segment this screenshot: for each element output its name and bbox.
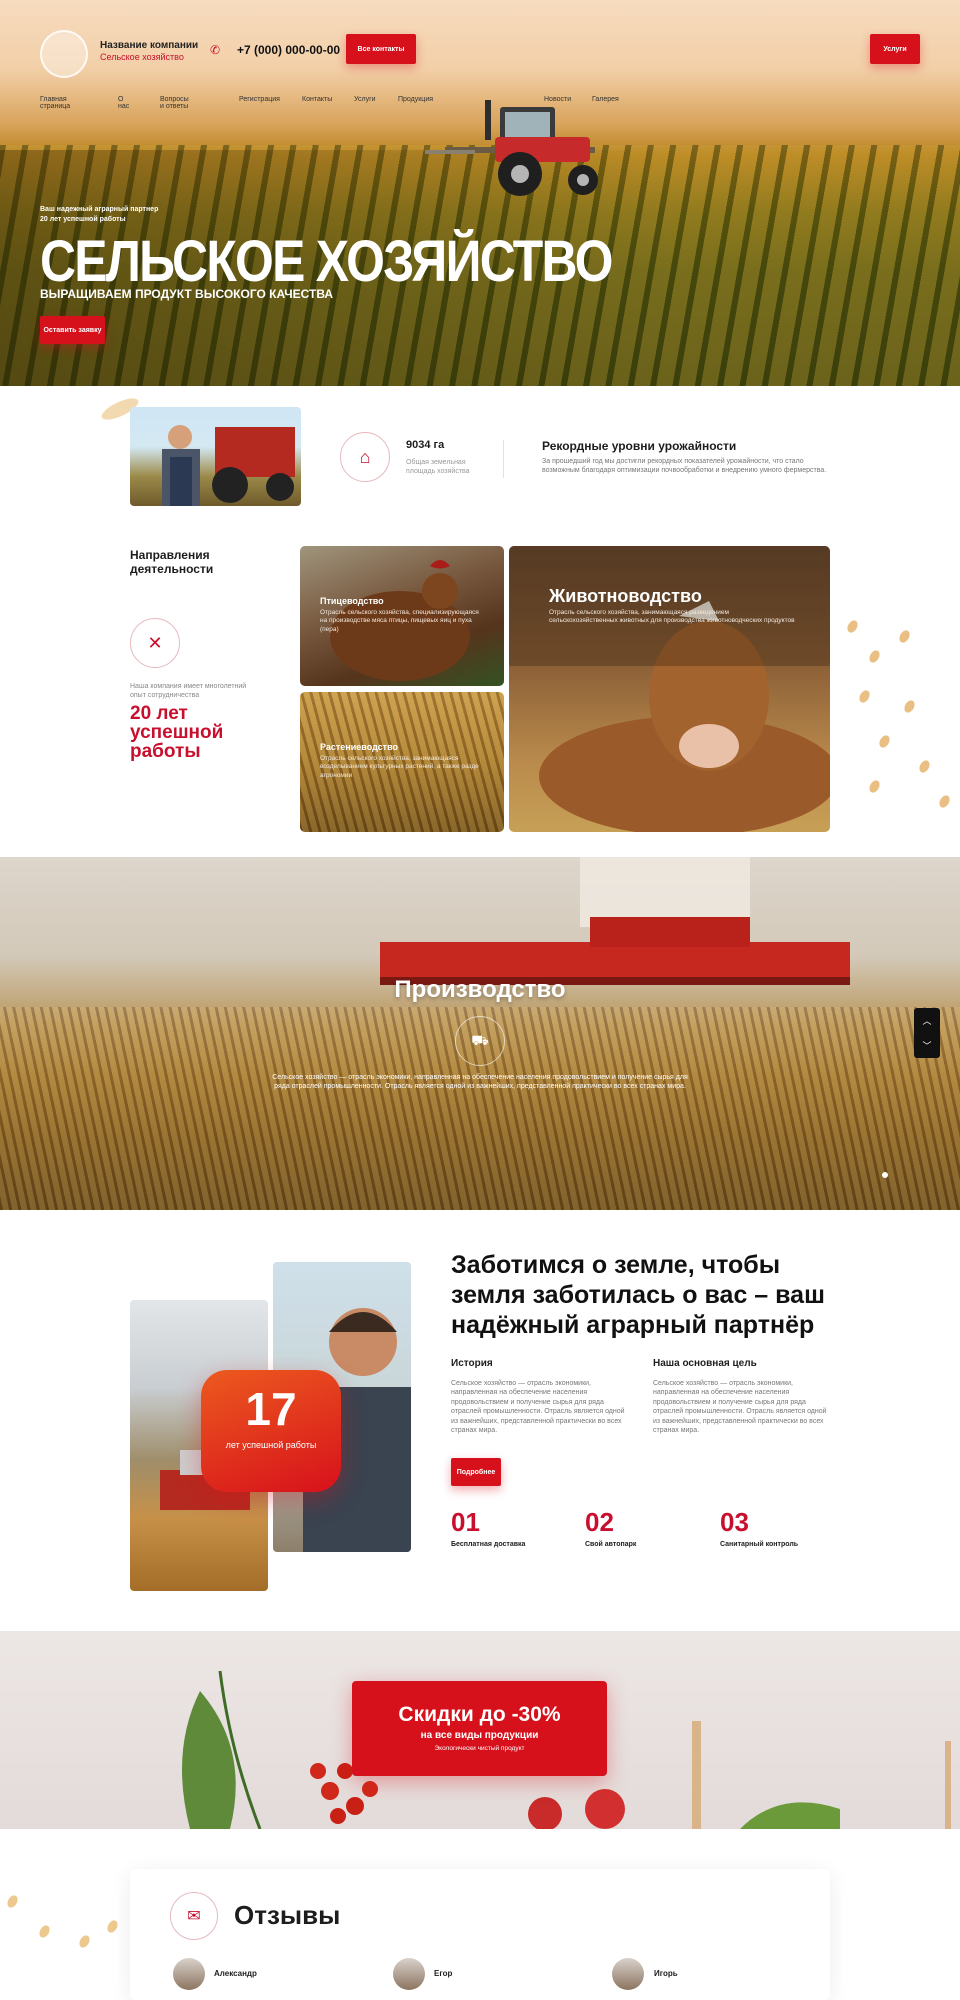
sale-title: Скидки до -30% [398,1703,561,1726]
card-livestock-text: Отрасль сельского хозяйства, занимающаяс… [549,609,795,625]
hero-years: 20 лет успешной работы [40,216,126,223]
reviewer-name[interactable]: Егор [434,1969,452,1978]
slider-arrows: ︿ ﹀ [914,1008,940,1058]
record-text: За прошедший год мы достигли рекордных п… [542,458,827,475]
avatar[interactable] [393,1958,425,1990]
hero-title: СЕЛЬСКОЕ ХОЗЯЙСТВО [40,229,613,294]
years-badge: 17 лет успешной работы [201,1370,341,1492]
card-poultry-text: Отрасль сельского хозяйства, специализир… [320,609,479,633]
reviews-title: Отзывы [234,1900,341,1930]
field-area-icon: ⌂ [340,432,390,482]
badge-label: лет успешной работы [225,1440,317,1450]
windmill-icon: ✕ [130,618,180,668]
area-value: 9034 га [406,439,445,451]
card-crops-text: Отрасль сельского хозяйства, занимающаяс… [320,755,479,779]
years-text: 20 лет успешной работы [130,703,224,762]
phone-number[interactable]: +7 (000) 000-00-00 [237,43,340,57]
request-button[interactable]: Оставить заявку [40,316,105,344]
goal-text: Сельское хозяйство — отрасль экономики, … [653,1380,827,1435]
about-heading: Заботимся о земле, чтобы земля заботилас… [451,1251,825,1339]
feature-label: Санитарный контроль [720,1541,799,1548]
nav-home[interactable]: Главная страница [40,96,70,110]
nav-faq[interactable]: Вопросы и ответы [160,96,189,110]
all-contacts-button[interactable]: Все контакты [346,34,416,64]
history-text: Сельское хозяйство — отрасль экономики, … [451,1380,625,1435]
services-button[interactable]: Услуги [870,34,920,64]
tractor-image [425,100,598,196]
chat-icon: ✉ [170,1892,218,1940]
company-subtitle: Сельское хозяйство [100,52,184,62]
sale-note: Экологически чистый продукт [434,1745,525,1752]
combine-harvester-image [380,857,850,985]
feature-number: 03 [720,1507,749,1537]
feature-label: Свой автопарк [585,1541,637,1548]
company-name: Название компании [100,40,199,51]
nav-gallery[interactable]: Галерея [592,96,619,103]
avatar[interactable] [173,1958,205,1990]
hero-tagline: Ваш надежный аграрный партнер [40,206,159,213]
feature-number: 01 [451,1507,480,1537]
nav-services[interactable]: Услуги [354,96,376,103]
reviews-card [130,1869,830,2000]
production-text: Сельское хозяйство — отрасль экономики, … [272,1074,688,1091]
card-crops-title: Растениеводство [320,742,398,752]
goal-title: Наша основная цель [653,1358,757,1369]
nav-products[interactable]: Продукция [398,96,433,103]
farmer-photo [130,407,301,506]
card-poultry-title: Птицеводство [320,596,384,606]
reviewer-name[interactable]: Александр [214,1969,257,1978]
nav-about[interactable]: О нас [118,96,129,110]
phone-icon: ✆ [210,43,221,57]
record-title: Рекордные уровни урожайности [542,439,737,453]
experience-text: Наша компания имеет многолетний опыт сот… [130,683,247,700]
sale-subtitle: на все виды продукции [420,1730,539,1741]
arrow-up-icon[interactable]: ︿ [922,1014,931,1027]
sale-offer[interactable]: Скидки до -30% на все виды продукции Эко… [352,1681,607,1776]
production-title: Производство [394,976,566,1003]
directions-title: Направления деятельности [130,548,214,577]
slider-dot[interactable] [882,1172,888,1178]
tractor-icon: ⛟ [455,1016,505,1066]
avatar[interactable] [612,1958,644,1990]
feature-number: 02 [585,1507,614,1537]
card-poultry[interactable]: Птицеводство Отрасль сельского хозяйства… [300,546,504,686]
company-logo[interactable] [40,30,88,78]
card-livestock[interactable]: Животноводство Отрасль сельского хозяйст… [509,546,830,832]
nav-news[interactable]: Новости [544,96,571,103]
card-crops[interactable]: Растениеводство Отрасль сельского хозяйс… [300,692,504,832]
nav-contacts[interactable]: Контакты [302,96,332,103]
badge-number: 17 [245,1383,297,1435]
reviewer-name[interactable]: Игорь [654,1969,678,1978]
nav-register[interactable]: Регистрация [239,96,280,103]
feature-label: Бесплатная доставка [451,1541,526,1548]
card-livestock-title: Животноводство [549,586,702,606]
area-label: Общая земельная площадь хозяйства [406,459,470,475]
history-title: История [451,1358,493,1369]
more-button[interactable]: Подробнее [451,1458,501,1486]
hero-subtitle: ВЫРАЩИВАЕМ ПРОДУКТ ВЫСОКОГО КАЧЕСТВА [40,287,334,301]
arrow-down-icon[interactable]: ﹀ [922,1039,931,1052]
